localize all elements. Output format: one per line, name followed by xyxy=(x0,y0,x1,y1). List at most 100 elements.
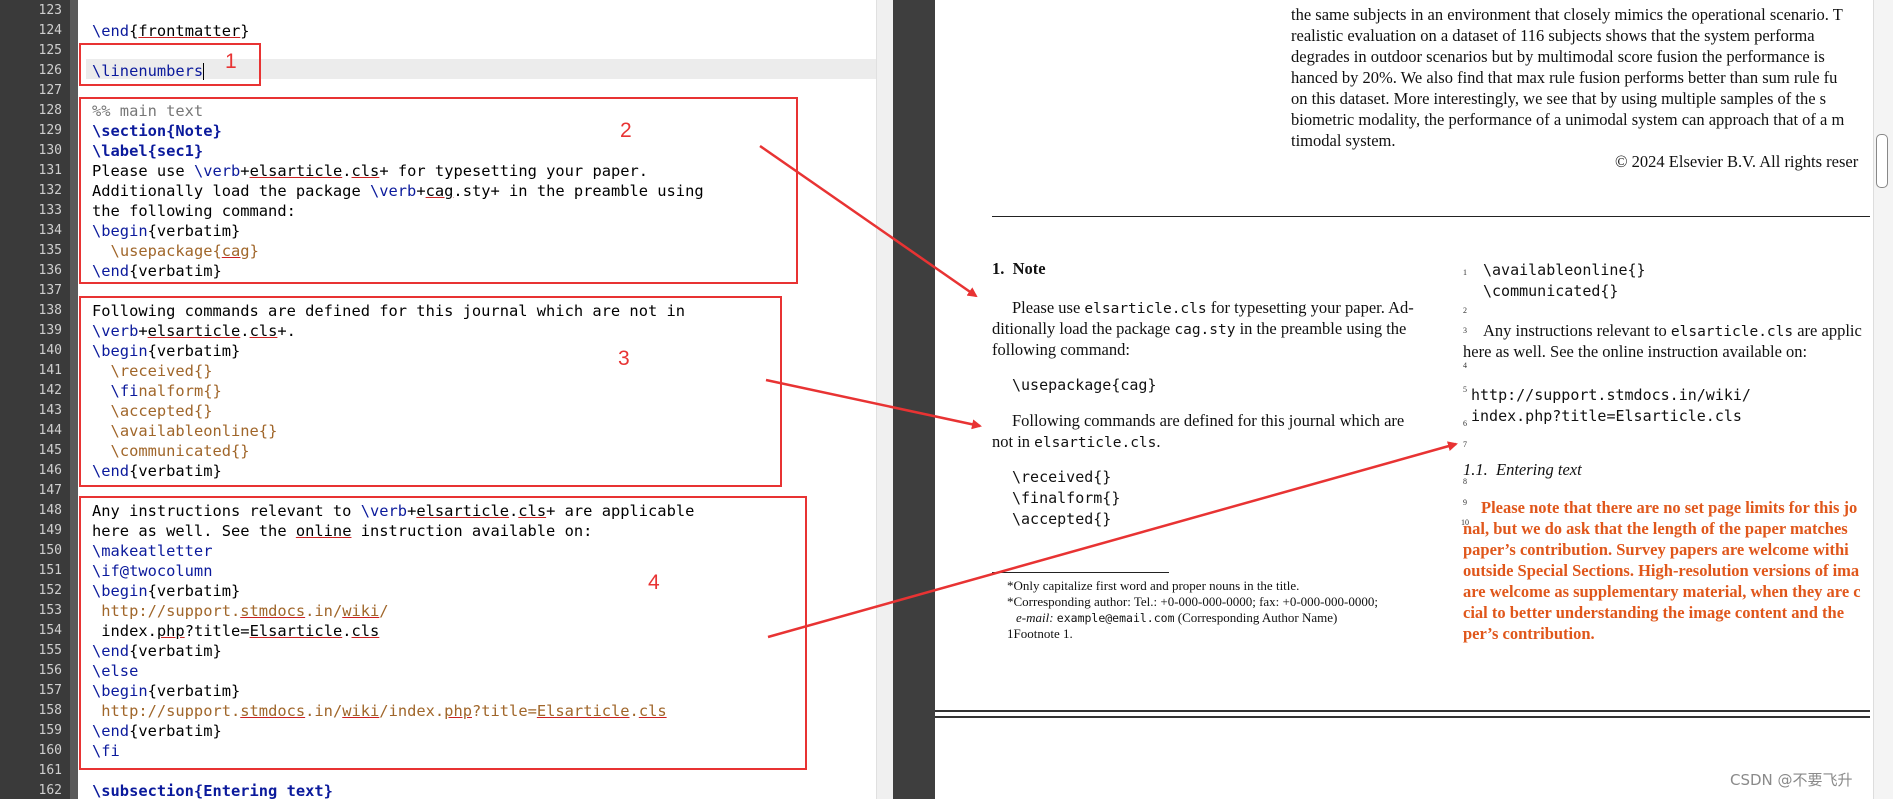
url-line: http://support.stmdocs.in/wiki/ xyxy=(1471,386,1751,404)
pdf-line-number: 4 xyxy=(1463,361,1467,370)
line-number: 159 xyxy=(38,723,62,738)
line-number: 125 xyxy=(38,43,62,58)
footnote: *Only capitalize first word and proper n… xyxy=(1007,578,1300,593)
line-number: 150 xyxy=(38,543,62,558)
annotation-label-1: 1 xyxy=(225,50,237,73)
body-line: here as well. See the online instruction… xyxy=(1463,342,1808,361)
verbatim-line: \received{} xyxy=(1012,468,1112,486)
line-number: 155 xyxy=(38,643,62,658)
pdf-viewer[interactable]: the same subjects in an environment that… xyxy=(935,0,1893,799)
highlight-line: Please note that there are no set page l… xyxy=(1481,498,1858,517)
line-number: 130 xyxy=(38,143,62,158)
annotation-label-2: 2 xyxy=(620,119,632,142)
code-line[interactable]: \end{frontmatter} xyxy=(92,21,250,41)
verbatim-line: \communicated{} xyxy=(1483,282,1619,300)
annotation-box-4 xyxy=(79,496,807,770)
annotation-box-2 xyxy=(79,97,798,284)
line-number: 131 xyxy=(38,163,62,178)
body-line: Following commands are defined for this … xyxy=(1012,411,1405,430)
line-number: 151 xyxy=(38,563,62,578)
footnote: e-mail: example@email.com (Corresponding… xyxy=(1016,610,1338,625)
highlight-line: paper’s contribution. Survey papers are … xyxy=(1463,540,1849,559)
abstract-line: timodal system. xyxy=(1291,131,1396,150)
url-line: index.php?title=Elsarticle.cls xyxy=(1471,407,1742,425)
highlight-line: cial to better understanding the image c… xyxy=(1463,603,1845,622)
line-number: 133 xyxy=(38,203,62,218)
highlight-line: outside Special Sections. High-resolutio… xyxy=(1463,561,1860,580)
line-number: 152 xyxy=(38,583,62,598)
verbatim-line: \usepackage{cag} xyxy=(1012,376,1157,394)
line-number: 128 xyxy=(38,103,62,118)
annotation-label-3: 3 xyxy=(618,347,630,370)
line-number: 134 xyxy=(38,223,62,238)
line-number: 146 xyxy=(38,463,62,478)
footnote-rule xyxy=(992,572,1169,573)
annotation-box-3 xyxy=(79,296,782,487)
pdf-page: the same subjects in an environment that… xyxy=(935,0,1870,712)
line-number: 147 xyxy=(38,483,62,498)
line-number: 161 xyxy=(38,763,62,778)
abstract-line: hanced by 20%. We also find that max rul… xyxy=(1291,68,1838,87)
pdf-line-number: 2 xyxy=(1463,306,1467,315)
line-number: 144 xyxy=(38,423,62,438)
pdf-scroll-thumb[interactable] xyxy=(1876,134,1888,188)
footnote: 1Footnote 1. xyxy=(1007,626,1073,641)
line-number: 138 xyxy=(38,303,62,318)
line-number: 127 xyxy=(38,83,62,98)
line-number: 136 xyxy=(38,263,62,278)
abstract-rule xyxy=(992,216,1870,217)
code-line[interactable]: \subsection{Entering text} xyxy=(92,781,333,799)
footnote: *Corresponding author: Tel.: +0-000-000-… xyxy=(1007,594,1378,609)
line-number: 162 xyxy=(38,783,62,798)
line-number: 135 xyxy=(38,243,62,258)
line-number: 158 xyxy=(38,703,62,718)
line-number: 145 xyxy=(38,443,62,458)
verbatim-line: \availableonline{} xyxy=(1483,261,1646,279)
line-number: 154 xyxy=(38,623,62,638)
line-number: 129 xyxy=(38,123,62,138)
line-number: 141 xyxy=(38,363,62,378)
line-number: 139 xyxy=(38,323,62,338)
line-number: 153 xyxy=(38,603,62,618)
pdf-line-number: 1 xyxy=(1463,268,1467,277)
body-line: not in elsarticle.cls. xyxy=(992,432,1161,451)
section-heading: 1. Note xyxy=(992,259,1046,278)
highlight-line: are welcome as supplementary material, w… xyxy=(1463,582,1861,601)
line-number: 132 xyxy=(38,183,62,198)
verbatim-line: \finalform{} xyxy=(1012,489,1121,507)
abstract-line: degrades in outdoor scenarios but by mul… xyxy=(1291,47,1825,66)
subsection-heading: 1.1. Entering text xyxy=(1463,460,1582,479)
annotation-label-4: 4 xyxy=(648,571,660,594)
line-number: 140 xyxy=(38,343,62,358)
verbatim-line: \accepted{} xyxy=(1012,510,1112,528)
line-number: 126 xyxy=(38,63,62,78)
copyright: © 2024 Elsevier B.V. All rights reser xyxy=(1615,152,1859,171)
pdf-line-number: 9 xyxy=(1463,498,1467,507)
watermark: CSDN @不要飞升 xyxy=(1730,771,1853,789)
pdf-line-number: 5 xyxy=(1463,385,1467,394)
line-number: 137 xyxy=(38,283,62,298)
highlight-line: per’s contribution. xyxy=(1463,624,1595,643)
body-line: following command: xyxy=(992,340,1130,359)
pdf-scrollbar[interactable] xyxy=(1873,0,1893,799)
line-number: 123 xyxy=(38,3,62,18)
line-number-gutter: 123 124 125 126 127 128 129 130 131 132 133 134 135 1… xyxy=(0,0,78,799)
line-number: 124 xyxy=(38,23,62,38)
editor-scrollbar[interactable] xyxy=(876,0,893,799)
pane-splitter[interactable] xyxy=(893,0,935,799)
abstract-line: on this dataset. More interestingly, we … xyxy=(1291,89,1827,108)
line-number: 149 xyxy=(38,523,62,538)
pdf-line-number: 3 xyxy=(1463,326,1467,335)
abstract-line: realistic evaluation on a dataset of 116… xyxy=(1291,26,1815,45)
highlight-line: nal, but we do ask that the length of th… xyxy=(1463,519,1848,538)
line-number: 156 xyxy=(38,663,62,678)
body-line: ditionally load the package cag.sty in t… xyxy=(992,319,1407,338)
line-number: 148 xyxy=(38,503,62,518)
line-number: 143 xyxy=(38,403,62,418)
body-line: Any instructions relevant to elsarticle.… xyxy=(1483,321,1862,340)
abstract-line: the same subjects in an environment that… xyxy=(1291,5,1843,24)
pdf-line-number: 6 xyxy=(1463,419,1467,428)
body-line: Please use elsarticle.cls for typesettin… xyxy=(1012,298,1414,317)
abstract-line: biometric modality, the performance of a… xyxy=(1291,110,1845,129)
line-number: 157 xyxy=(38,683,62,698)
